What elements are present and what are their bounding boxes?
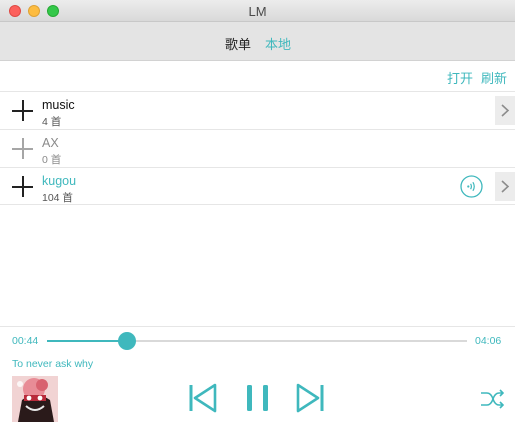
sound-wave-icon[interactable] <box>460 175 483 198</box>
plus-icon[interactable] <box>12 176 33 197</box>
open-folder-button[interactable] <box>495 172 515 201</box>
folder-row-ax[interactable]: AX 0 首 <box>0 129 515 167</box>
song-title: To never ask why <box>12 358 94 370</box>
progress-fill <box>47 340 127 342</box>
toolbar: 打开 刷新 <box>0 61 515 91</box>
refresh-button[interactable]: 刷新 <box>481 68 507 87</box>
current-time: 00:44 <box>12 335 39 347</box>
folder-name: AX <box>42 136 59 150</box>
tab-playlists[interactable]: 歌单 <box>225 34 251 53</box>
tab-bar: 歌单 本地 <box>0 22 515 61</box>
skip-previous-icon[interactable] <box>188 383 218 413</box>
window-title: LM <box>248 4 267 19</box>
chevron-right-icon <box>501 180 510 193</box>
folder-track-count: 104 首 <box>42 192 73 204</box>
plus-icon[interactable] <box>12 138 33 159</box>
shuffle-icon[interactable] <box>480 388 504 410</box>
app-window: LM 歌单 本地 打开 刷新 music 4 首 AX 0 首 kugou 10… <box>0 0 515 435</box>
title-bar: LM <box>0 0 515 22</box>
pause-icon[interactable] <box>245 383 271 413</box>
folder-track-count: 0 首 <box>42 154 62 166</box>
folder-name: music <box>42 98 75 112</box>
progress-thumb[interactable] <box>117 332 136 350</box>
plus-icon[interactable] <box>12 100 33 121</box>
folder-row-kugou[interactable]: kugou 104 首 <box>0 167 515 205</box>
album-cover[interactable] <box>12 376 58 422</box>
open-button[interactable]: 打开 <box>447 68 473 87</box>
open-folder-button[interactable] <box>495 96 515 125</box>
total-time: 04:06 <box>475 335 502 347</box>
folder-row-music[interactable]: music 4 首 <box>0 91 515 129</box>
album-art-image <box>12 376 58 422</box>
skip-next-icon[interactable] <box>295 383 325 413</box>
folder-name: kugou <box>42 174 77 188</box>
tab-local[interactable]: 本地 <box>265 34 291 53</box>
folder-list: music 4 首 AX 0 首 kugou 104 首 <box>0 91 515 205</box>
chevron-right-icon <box>501 104 510 117</box>
player-bar: 00:44 04:06 To never ask why <box>0 326 515 435</box>
folder-track-count: 4 首 <box>42 116 62 128</box>
progress-slider[interactable] <box>47 332 467 350</box>
